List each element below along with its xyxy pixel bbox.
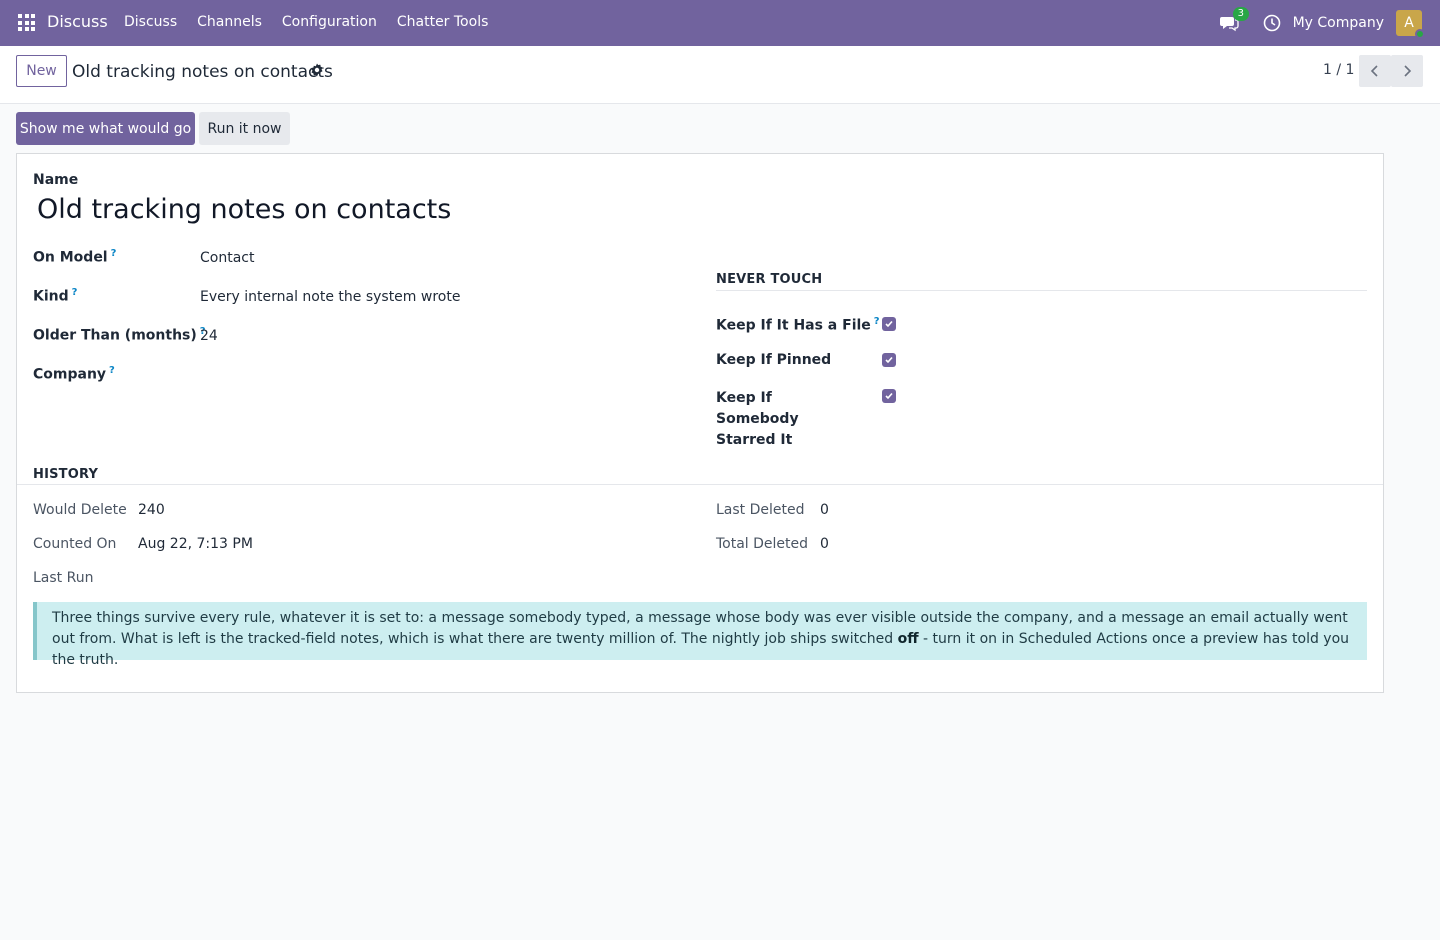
on-model-label: On Model? (33, 248, 117, 266)
pager-value[interactable]: 1 / 1 (1323, 62, 1354, 78)
would-delete-label: Would Delete (33, 502, 127, 518)
company-switcher[interactable]: My Company (1293, 15, 1384, 31)
keep-starred-checkbox[interactable] (882, 389, 896, 403)
total-deleted-value: 0 (820, 536, 829, 552)
chevron-left-icon (1370, 65, 1378, 77)
check-icon (885, 356, 893, 364)
keep-pinned-label: Keep If Pinned (716, 352, 832, 368)
help-icon: ? (71, 287, 78, 298)
last-run-label: Last Run (33, 570, 94, 586)
menu-item-chatter-tools[interactable]: Chatter Tools (397, 14, 489, 30)
check-icon (885, 392, 893, 400)
counted-on-value: Aug 22, 7:13 PM (138, 536, 253, 552)
info-alert: Three things survive every rule, whateve… (33, 602, 1367, 668)
alert-bold-off: off (897, 631, 919, 647)
pager-next-button[interactable] (1391, 55, 1423, 87)
form-sheet: Name Old tracking notes on contacts On M… (16, 153, 1384, 693)
name-label: Name (33, 172, 79, 188)
kind-field[interactable]: Every internal note the system wrote (200, 289, 460, 305)
check-icon (885, 320, 893, 328)
run-now-button[interactable]: Run it now (199, 112, 290, 145)
older-than-field[interactable]: 24 (200, 328, 218, 344)
activity-clock-icon[interactable] (1263, 14, 1281, 32)
help-icon: ? (109, 365, 115, 376)
kind-label: Kind? (33, 287, 78, 305)
last-deleted-value: 0 (820, 502, 829, 518)
history-divider (17, 484, 1383, 485)
help-icon: ? (873, 316, 880, 327)
online-status-dot (1415, 29, 1425, 39)
main-menu: Discuss Channels Configuration Chatter T… (124, 14, 488, 30)
app-brand[interactable]: Discuss (47, 12, 108, 31)
total-deleted-label: Total Deleted (716, 536, 809, 552)
never-touch-title: NEVER TOUCH (716, 272, 823, 287)
user-avatar[interactable]: A (1396, 10, 1425, 39)
menu-item-discuss[interactable]: Discuss (124, 14, 177, 30)
menu-item-configuration[interactable]: Configuration (282, 14, 377, 30)
messages-badge: 3 (1232, 7, 1249, 21)
keep-file-checkbox[interactable] (882, 317, 896, 331)
keep-pinned-checkbox[interactable] (882, 353, 896, 367)
would-delete-value: 240 (138, 502, 165, 518)
pager-previous-button[interactable] (1359, 55, 1391, 87)
apps-menu-icon[interactable] (18, 14, 35, 31)
never-touch-divider (716, 290, 1367, 291)
preview-button[interactable]: Show me what would go (16, 112, 195, 145)
chevron-right-icon (1404, 65, 1412, 77)
counted-on-label: Counted On (33, 536, 117, 552)
new-button[interactable]: New (16, 55, 67, 87)
control-panel: New Old tracking notes on contacts 1 / 1 (0, 46, 1440, 104)
on-model-field[interactable]: Contact (200, 250, 254, 266)
last-deleted-label: Last Deleted (716, 502, 805, 518)
name-field[interactable]: Old tracking notes on contacts (37, 194, 451, 225)
history-title: HISTORY (33, 467, 99, 482)
menu-item-channels[interactable]: Channels (197, 14, 262, 30)
company-field[interactable] (200, 367, 600, 387)
avatar-letter: A (1404, 15, 1414, 31)
navbar-systray: 3 My Company A (1219, 0, 1425, 46)
top-navbar: Discuss Discuss Channels Configuration C… (0, 0, 1440, 46)
older-than-label: Older Than (months)? (33, 326, 206, 344)
company-label: Company? (33, 365, 115, 383)
breadcrumb: Old tracking notes on contacts (72, 62, 333, 82)
help-icon: ? (110, 248, 117, 259)
messages-icon[interactable]: 3 (1219, 7, 1249, 33)
gear-icon[interactable] (310, 63, 324, 77)
keep-file-label: Keep If It Has a File? (716, 316, 880, 334)
keep-starred-label: Keep If Somebody Starred It (716, 390, 799, 448)
